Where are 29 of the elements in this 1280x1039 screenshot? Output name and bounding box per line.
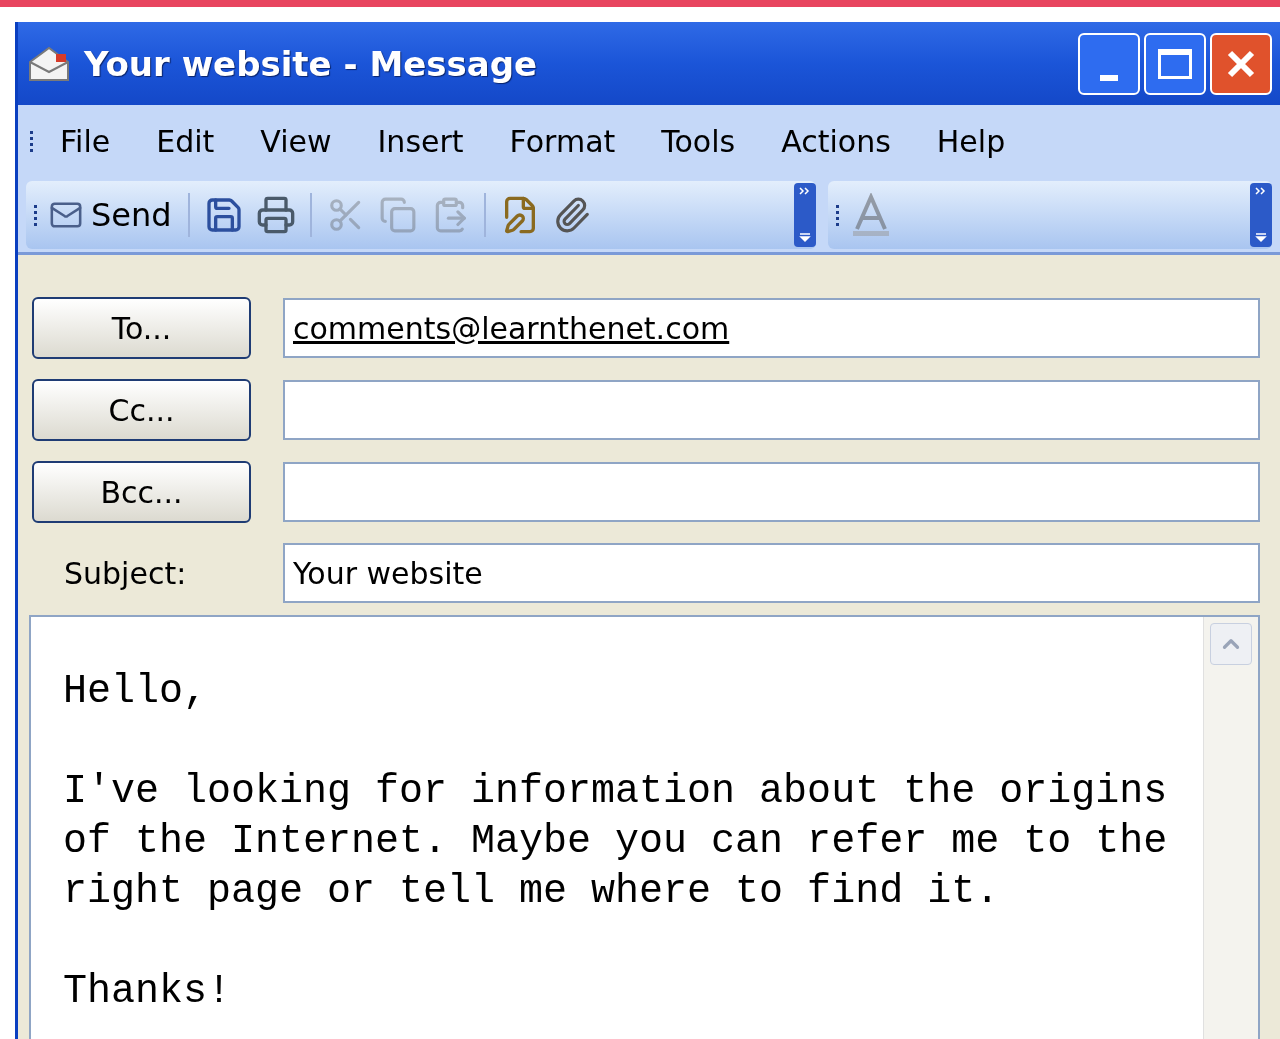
toolbar-overflow-chevron-icon[interactable] <box>1250 183 1272 247</box>
message-paragraph: I've looking for information about the origins of the Internet. Maybe you can refer me to the right page or tell me where to find it. <box>63 768 1169 916</box>
input-field[interactable]: Your website <box>283 543 1260 603</box>
input-field[interactable]: comments@learnthenet.com <box>283 298 1260 358</box>
window-title: Your website - Message <box>84 46 538 81</box>
message-paragraph: Thanks! <box>63 968 233 1016</box>
menu-item[interactable]: Help <box>913 119 1029 164</box>
menu-item[interactable]: Tools <box>638 119 759 164</box>
menu-item[interactable]: View <box>237 119 355 164</box>
send-button[interactable]: Send <box>41 189 180 241</box>
menu-item[interactable]: Edit <box>133 119 238 164</box>
message-body-field[interactable]: Hello, I've looking for information about the origins of the Internet. Maybe you can refer me to the right page or tell me where to find it. Thanks! <box>29 615 1260 1039</box>
menu-item[interactable]: File <box>37 119 134 164</box>
menu-item[interactable]: Format <box>486 119 639 164</box>
maximize-button[interactable] <box>1144 32 1206 95</box>
message-paragraph: Hello, <box>63 668 209 716</box>
field-label: Subject: <box>63 554 188 593</box>
address-button[interactable]: To... <box>32 297 251 359</box>
menu-item[interactable]: Actions <box>758 119 914 164</box>
input-field[interactable] <box>283 462 1260 522</box>
close-button[interactable] <box>1210 32 1272 95</box>
input-field[interactable] <box>283 380 1260 440</box>
minimize-button[interactable] <box>1078 32 1140 95</box>
menu-item[interactable]: Insert <box>354 119 487 164</box>
field-value: Your website <box>293 554 483 593</box>
address-button[interactable]: Cc... <box>32 379 251 441</box>
toolbar-overflow-chevron-icon[interactable] <box>794 183 816 247</box>
email-address-link[interactable]: comments@learnthenet.com <box>293 305 730 351</box>
address-button[interactable]: Bcc... <box>32 461 251 523</box>
